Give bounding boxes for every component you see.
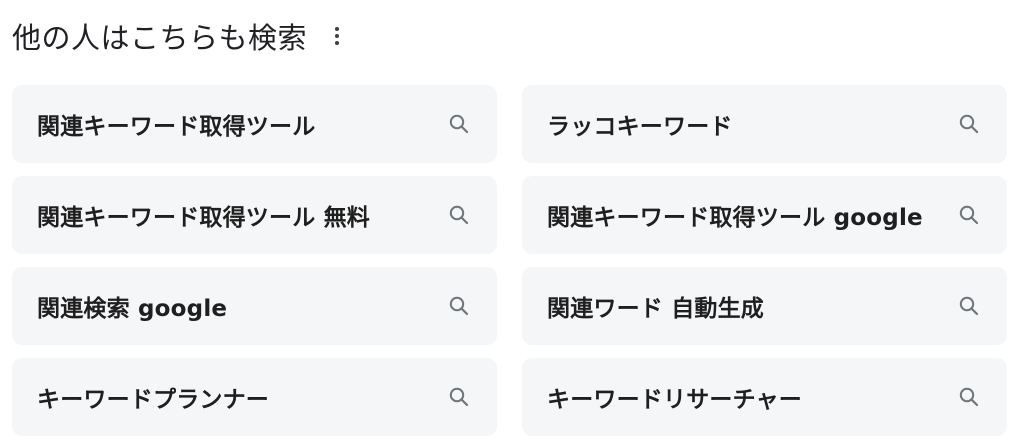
suggestion-label: キーワードリサーチャー (547, 387, 802, 413)
suggestion-chip[interactable]: キーワードプランナー (12, 358, 497, 436)
section-header: 他の人はこちらも検索 (12, 14, 349, 58)
suggestion-chip[interactable]: キーワードリサーチャー (522, 358, 1007, 436)
suggestion-label: ラッコキーワード (547, 114, 733, 140)
suggestion-label: キーワードプランナー (37, 387, 269, 413)
people-also-search-section: 他の人はこちらも検索 関連キーワード取得ツール ラッコキーワード 関連キーワード… (0, 0, 1024, 444)
suggestion-chip[interactable]: 関連検索 google (12, 267, 497, 345)
search-icon (447, 385, 471, 409)
more-options-dot (335, 27, 340, 31)
suggestion-chip[interactable]: 関連キーワード取得ツール google (522, 176, 1007, 254)
search-icon (957, 203, 981, 227)
more-options-dot (335, 41, 340, 45)
more-options-dot (335, 34, 340, 38)
section-title: 他の人はこちらも検索 (12, 21, 308, 55)
suggestion-label: 関連ワード 自動生成 (547, 296, 765, 322)
search-icon (447, 294, 471, 318)
suggestion-label: 関連キーワード取得ツール google (547, 205, 923, 231)
suggestion-chip[interactable]: ラッコキーワード (522, 85, 1007, 163)
more-options-button[interactable] (325, 18, 349, 54)
search-icon (957, 385, 981, 409)
search-icon (447, 203, 471, 227)
suggestion-label: 関連キーワード取得ツール 無料 (37, 205, 371, 231)
suggestion-chip[interactable]: 関連キーワード取得ツール (12, 85, 497, 163)
suggestion-grid: 関連キーワード取得ツール ラッコキーワード 関連キーワード取得ツール 無料 関連… (12, 85, 1007, 436)
suggestion-label: 関連キーワード取得ツール (37, 114, 316, 140)
suggestion-label: 関連検索 google (37, 296, 228, 322)
suggestion-chip[interactable]: 関連ワード 自動生成 (522, 267, 1007, 345)
search-icon (447, 112, 471, 136)
suggestion-chip[interactable]: 関連キーワード取得ツール 無料 (12, 176, 497, 254)
search-icon (957, 112, 981, 136)
search-icon (957, 294, 981, 318)
